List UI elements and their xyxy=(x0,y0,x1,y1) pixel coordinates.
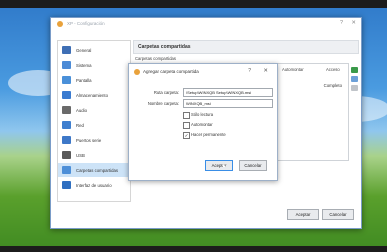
cancel-button[interactable]: Cancelar xyxy=(322,209,354,220)
mouse-pointer-icon xyxy=(223,164,226,167)
permanent-label: Hacer permanente xyxy=(191,132,226,137)
sidebar-item-usb[interactable]: USB xyxy=(58,148,128,162)
sidebar-item-label: General xyxy=(76,47,92,53)
settings-sidebar: General Sistema Pantalla Almacenamiento … xyxy=(57,40,131,202)
edit-folder-icon[interactable] xyxy=(351,76,358,82)
sidebar-item-label: USB xyxy=(76,152,85,158)
dialog-accept-button[interactable]: Aceptar xyxy=(205,160,233,171)
sidebar-item-audio[interactable]: Audio xyxy=(58,103,128,117)
sidebar-item-general[interactable]: General xyxy=(58,43,128,57)
readonly-label: Sólo lectura xyxy=(191,112,214,117)
automount-label: Automontar xyxy=(191,122,213,127)
folder-path-combobox[interactable]: \Setup\WINXQB Setup\WINXQB.msi xyxy=(183,88,273,97)
sidebar-item-label: Carpetas compartidas xyxy=(76,167,119,173)
access-value: Completo xyxy=(323,83,342,88)
audio-icon xyxy=(62,106,71,114)
column-header-automount[interactable]: Automontar xyxy=(282,67,304,72)
sidebar-item-network[interactable]: Red xyxy=(58,118,128,132)
help-button[interactable]: ? xyxy=(340,20,343,26)
usb-icon xyxy=(62,151,71,159)
page-header: Carpetas compartidas xyxy=(133,40,359,54)
sidebar-item-storage[interactable]: Almacenamiento xyxy=(58,88,128,102)
sidebar-item-label: Almacenamiento xyxy=(76,92,109,98)
sidebar-item-label: Sistema xyxy=(76,62,92,68)
readonly-checkbox[interactable] xyxy=(183,112,190,119)
add-folder-icon[interactable] xyxy=(351,67,358,73)
permanent-checkbox[interactable]: ✓ xyxy=(183,132,190,139)
sidebar-item-system[interactable]: Sistema xyxy=(58,58,128,72)
window-title: XP - Configuración xyxy=(67,21,105,26)
screen-bezel-top xyxy=(0,0,387,8)
system-icon xyxy=(62,61,71,69)
sidebar-item-label: Puertos serie xyxy=(76,137,102,143)
page-title: Carpetas compartidas xyxy=(138,44,191,50)
window-titlebar[interactable]: XP - Configuración ? ✕ xyxy=(51,18,361,30)
sidebar-item-label: Red xyxy=(76,122,84,128)
name-label: Nombre carpeta: xyxy=(147,101,179,106)
display-icon xyxy=(62,76,71,84)
sidebar-item-user-interface[interactable]: Interfaz de usuario xyxy=(58,178,128,192)
user-interface-icon xyxy=(62,181,71,189)
storage-icon xyxy=(62,91,71,99)
sidebar-item-display[interactable]: Pantalla xyxy=(58,73,128,87)
virtualbox-icon xyxy=(134,69,140,75)
path-label: Ruta carpeta: xyxy=(153,90,179,95)
sidebar-item-shared-folders[interactable]: Carpetas compartidas xyxy=(58,163,128,177)
sidebar-item-label: Audio xyxy=(76,107,87,113)
folder-name-value: WINXQB_msi xyxy=(186,101,211,106)
shared-folders-icon xyxy=(62,166,71,174)
serial-ports-icon xyxy=(62,136,71,144)
folder-actions xyxy=(351,67,359,94)
folder-name-field[interactable]: WINXQB_msi xyxy=(183,99,273,108)
remove-folder-icon[interactable] xyxy=(351,85,358,91)
accept-button[interactable]: Aceptar xyxy=(287,209,319,220)
virtualbox-icon xyxy=(57,21,63,27)
folder-path-value: \Setup\WINXQB Setup\WINXQB.msi xyxy=(186,90,252,95)
section-label: Carpetas compartidas xyxy=(135,56,176,61)
screen-bezel-bottom xyxy=(0,246,387,252)
dialog-help-button[interactable]: ? xyxy=(248,68,251,74)
dialog-close-button[interactable]: ✕ xyxy=(263,68,268,74)
sidebar-item-serial-ports[interactable]: Puertos serie xyxy=(58,133,128,147)
sidebar-item-label: Pantalla xyxy=(76,77,92,83)
sidebar-item-label: Interfaz de usuario xyxy=(76,182,112,188)
dialog-cancel-button[interactable]: Cancelar xyxy=(239,160,267,171)
dialog-title: Agregar carpeta compartida xyxy=(143,69,199,74)
add-shared-folder-dialog: Agregar carpeta compartida ? ✕ Ruta carp… xyxy=(128,63,278,181)
column-header-access[interactable]: Acceso xyxy=(326,67,340,72)
general-icon xyxy=(62,46,71,54)
close-button[interactable]: ✕ xyxy=(351,20,356,26)
network-icon xyxy=(62,121,71,129)
automount-checkbox[interactable] xyxy=(183,122,190,129)
